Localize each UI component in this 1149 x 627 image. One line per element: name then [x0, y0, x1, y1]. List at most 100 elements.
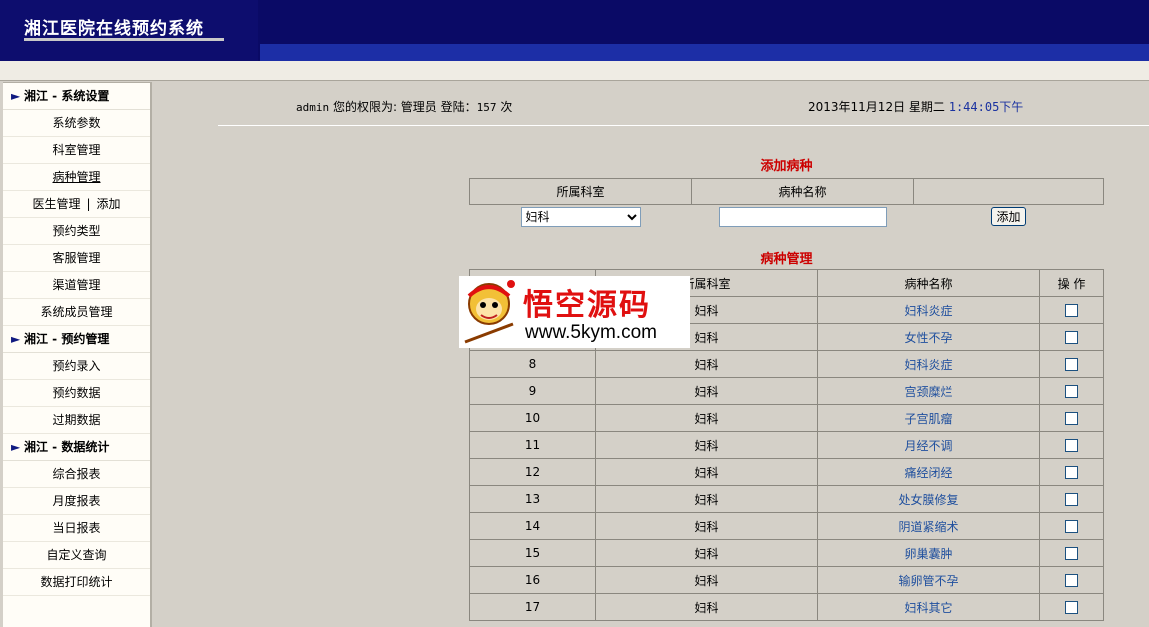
row-dept: 妇科	[595, 431, 818, 459]
row-disease-name-link[interactable]: 妇科炎症	[817, 350, 1040, 378]
row-checkbox[interactable]	[1065, 385, 1078, 398]
sidebar-item-member-mgmt[interactable]: 系统成员管理	[3, 299, 150, 326]
row-disease-name-link[interactable]: 处女膜修复	[817, 485, 1040, 513]
row-action	[1039, 566, 1104, 594]
row-dept: 妇科	[595, 512, 818, 540]
row-checkbox[interactable]	[1065, 574, 1078, 587]
sidebar-section-settings[interactable]: ► 湘江 - 系统设置	[3, 83, 150, 110]
add-disease-title: 添加病种	[760, 159, 813, 174]
row-checkbox[interactable]	[1065, 331, 1078, 344]
row-action	[1039, 350, 1104, 378]
row-disease-name-link[interactable]: 妇科炎症	[817, 296, 1040, 324]
table-row: 16 妇科 输卵管不孕	[469, 566, 1104, 594]
dept-select[interactable]: 妇科	[520, 206, 641, 227]
table-row: 14 妇科 阴道紧缩术	[469, 512, 1104, 540]
section-title: 湘江 - 预约管理	[24, 332, 110, 346]
row-id: 12	[469, 458, 596, 486]
username: admin	[296, 101, 330, 114]
row-disease-name-link[interactable]: 宫颈糜烂	[817, 377, 1040, 405]
table-row: 13 妇科 处女膜修复	[469, 485, 1104, 513]
row-disease-name-link[interactable]: 输卵管不孕	[817, 566, 1040, 594]
watermark-text: 悟空源码	[523, 288, 651, 323]
col-name-header: 病种名称	[691, 178, 914, 205]
sidebar-item-doctor-mgmt: 医生管理 | 添加	[3, 191, 150, 218]
row-dept: 妇科	[595, 350, 818, 378]
sidebar-item-disease-mgmt[interactable]: 病种管理	[3, 164, 150, 191]
monkey-mascot-icon	[464, 280, 515, 344]
sidebar-item-custom-query[interactable]: 自定义查询	[3, 542, 150, 569]
row-dept: 妇科	[595, 593, 818, 621]
row-action	[1039, 458, 1104, 486]
row-id: 17	[469, 593, 596, 621]
divider	[218, 125, 1149, 126]
datetime: 2013年11月12日 星期二 1:44:05下午	[808, 98, 1023, 115]
col-dept-header: 所属科室	[469, 178, 692, 205]
row-action	[1039, 377, 1104, 405]
title-underline	[24, 38, 224, 41]
permission-text: 您的权限为: 管理员 登陆：	[332, 100, 477, 114]
sidebar-item-summary-report[interactable]: 综合报表	[3, 461, 150, 488]
row-disease-name-link[interactable]: 阴道紧缩术	[817, 512, 1040, 540]
row-checkbox[interactable]	[1065, 601, 1078, 614]
sidebar-section-appointments[interactable]: ► 湘江 - 预约管理	[3, 326, 150, 353]
row-action	[1039, 296, 1104, 324]
row-id: 16	[469, 566, 596, 594]
row-checkbox[interactable]	[1065, 547, 1078, 560]
row-id: 10	[469, 404, 596, 432]
disease-name-input[interactable]	[718, 206, 887, 227]
row-dept: 妇科	[595, 377, 818, 405]
table-row: 12 妇科 痛经闭经	[469, 458, 1104, 486]
sidebar-item-dept-mgmt[interactable]: 科室管理	[3, 137, 150, 164]
add-disease-form: 所属科室 病种名称 妇科 添加	[469, 178, 1104, 229]
row-id: 15	[469, 539, 596, 567]
row-action	[1039, 512, 1104, 540]
sidebar-item-system-params[interactable]: 系统参数	[3, 110, 150, 137]
sidebar-item-appt-type[interactable]: 预约类型	[3, 218, 150, 245]
row-action	[1039, 404, 1104, 432]
doctor-add-link[interactable]: 添加	[97, 197, 121, 211]
sidebar-item-print-stats[interactable]: 数据打印统计	[3, 569, 150, 596]
sidebar-item-appt-entry[interactable]: 预约录入	[3, 353, 150, 380]
row-disease-name-link[interactable]: 子宫肌瘤	[817, 404, 1040, 432]
disease-mgmt-title: 病种管理	[760, 252, 813, 267]
section-title: 湘江 - 系统设置	[24, 89, 110, 103]
row-checkbox[interactable]	[1065, 304, 1078, 317]
row-disease-name-link[interactable]: 痛经闭经	[817, 458, 1040, 486]
row-disease-name-link[interactable]: 月经不调	[817, 431, 1040, 459]
login-count: 157	[476, 101, 497, 114]
row-checkbox[interactable]	[1065, 520, 1078, 533]
chevron-right-icon: ►	[11, 89, 21, 103]
sidebar-item-monthly-report[interactable]: 月度报表	[3, 488, 150, 515]
row-checkbox[interactable]	[1065, 358, 1078, 371]
row-action	[1039, 593, 1104, 621]
row-disease-name-link[interactable]: 女性不孕	[817, 323, 1040, 351]
row-dept: 妇科	[595, 566, 818, 594]
sidebar-section-stats[interactable]: ► 湘江 - 数据统计	[3, 434, 150, 461]
col-name-header: 病种名称	[817, 269, 1040, 297]
sidebar-item-appt-data[interactable]: 预约数据	[3, 380, 150, 407]
row-checkbox[interactable]	[1065, 439, 1078, 452]
row-disease-name-link[interactable]: 妇科其它	[817, 593, 1040, 621]
sub-bar	[0, 61, 1149, 81]
row-checkbox[interactable]	[1065, 412, 1078, 425]
add-button[interactable]: 添加	[991, 207, 1026, 227]
row-disease-name-link[interactable]: 卵巢囊肿	[817, 539, 1040, 567]
table-row: 8 妇科 妇科炎症	[469, 350, 1104, 378]
row-id: 8	[469, 350, 596, 378]
app-header: 湘江医院在线预约系统	[0, 0, 1149, 61]
row-dept: 妇科	[595, 458, 818, 486]
sidebar-item-expired-data[interactable]: 过期数据	[3, 407, 150, 434]
doctor-mgmt-link[interactable]: 医生管理	[32, 197, 80, 211]
row-checkbox[interactable]	[1065, 493, 1078, 506]
sidebar-item-channel-mgmt[interactable]: 渠道管理	[3, 272, 150, 299]
app-title: 湘江医院在线预约系统	[24, 19, 204, 39]
sidebar-item-cs-mgmt[interactable]: 客服管理	[3, 245, 150, 272]
watermark: 悟空源码 www.5kym.com	[459, 276, 690, 348]
sidebar-item-daily-report[interactable]: 当日报表	[3, 515, 150, 542]
row-checkbox[interactable]	[1065, 466, 1078, 479]
table-row: 9 妇科 宫颈糜烂	[469, 377, 1104, 405]
main-content: admin 您的权限为: 管理员 登陆：157 次 2013年11月12日 星期…	[152, 82, 1149, 627]
table-row: 17 妇科 妇科其它	[469, 593, 1104, 621]
row-action	[1039, 323, 1104, 351]
row-dept: 妇科	[595, 485, 818, 513]
